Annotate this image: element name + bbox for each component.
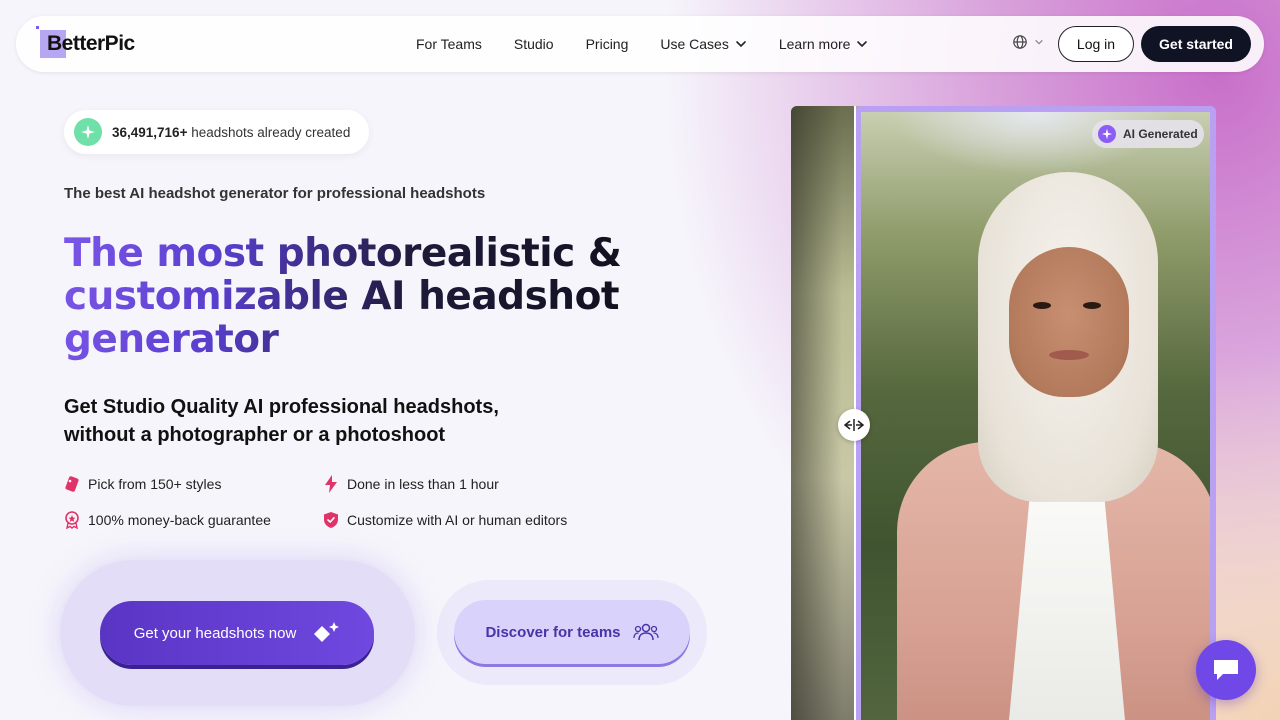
- photo-eye: [1033, 302, 1051, 309]
- feature-label: Customize with AI or human editors: [347, 512, 568, 528]
- hero-subhead: Get Studio Quality AI professional heads…: [64, 396, 499, 446]
- brand-name: BetterPic: [47, 32, 135, 55]
- counter-text: 36,491,716+ headshots already created: [112, 125, 350, 140]
- headshot-counter-pill: 36,491,716+ headshots already created: [64, 110, 369, 154]
- sparkle-diamond-icon: [314, 622, 340, 642]
- hero-tagline: The best AI headshot generator for profe…: [64, 185, 486, 202]
- secondary-cta-label: Discover for teams: [485, 623, 621, 641]
- nav-link-studio[interactable]: Studio: [514, 36, 554, 52]
- ai-badge-label: AI Generated: [1123, 127, 1198, 141]
- nav-link-label: Learn more: [778, 36, 851, 52]
- team-icon: [632, 623, 659, 641]
- photo-lips: [1049, 350, 1089, 360]
- feature-item: 100% money-back guarantee: [64, 510, 323, 530]
- nav-link-label: Studio: [513, 36, 554, 52]
- nav-links: For Teams Studio Pricing Use Cases Learn…: [416, 16, 868, 72]
- nav-link-use-cases[interactable]: Use Cases: [660, 36, 746, 52]
- chevron-down-icon: [1035, 39, 1043, 45]
- feature-label: Done in less than 1 hour: [347, 476, 499, 492]
- comparison-slider-handle[interactable]: [838, 409, 870, 441]
- lightning-icon: [323, 475, 339, 493]
- brand-logo[interactable]: BetterPic: [36, 26, 168, 62]
- ai-generated-badge: AI Generated: [1092, 120, 1204, 148]
- nav-link-for-teams[interactable]: For Teams: [416, 36, 482, 52]
- nav-link-label: Pricing: [585, 36, 629, 52]
- counter-number: 36,491,716+: [112, 124, 188, 140]
- nav-link-label: For Teams: [416, 36, 482, 52]
- nav-link-pricing[interactable]: Pricing: [586, 36, 629, 52]
- photo-eye: [1083, 302, 1101, 309]
- primary-cta-label: Get your headshots now: [133, 624, 297, 642]
- login-button[interactable]: Log in: [1058, 26, 1134, 62]
- feature-label: Pick from 150+ styles: [88, 476, 222, 492]
- top-navbar: BetterPic For Teams Studio Pricing Use C…: [16, 16, 1264, 72]
- arrows-horizontal-icon: [843, 419, 865, 431]
- feature-item: Customize with AI or human editors: [323, 510, 583, 530]
- chevron-down-icon: [857, 41, 868, 48]
- sparkle-icon: [1098, 125, 1116, 143]
- hero-headline: The most photorealistic & customizable A…: [64, 232, 684, 361]
- chevron-down-icon: [736, 41, 746, 48]
- globe-icon: [1013, 35, 1027, 49]
- counter-label: headshots already created: [191, 124, 351, 140]
- nav-link-label: Use Cases: [660, 36, 729, 52]
- feature-item: Pick from 150+ styles: [64, 474, 323, 494]
- chat-bubble-icon: [1214, 660, 1238, 680]
- ai-generated-photo: [855, 112, 1216, 720]
- get-started-button[interactable]: Get started: [1141, 26, 1251, 62]
- nav-link-learn-more[interactable]: Learn more: [779, 36, 869, 52]
- logo-dot: [36, 26, 39, 29]
- discover-for-teams-button[interactable]: Discover for teams: [454, 600, 690, 664]
- sparkle-icon: [74, 118, 102, 146]
- photo-face: [1009, 247, 1129, 397]
- feature-item: Done in less than 1 hour: [323, 474, 583, 494]
- award-icon: [64, 511, 80, 529]
- shield-icon: [323, 511, 339, 529]
- feature-label: 100% money-back guarantee: [88, 512, 271, 528]
- get-headshots-button[interactable]: Get your headshots now: [100, 601, 374, 665]
- feature-list: Pick from 150+ styles Done in less than …: [64, 474, 624, 530]
- chat-support-button[interactable]: [1196, 640, 1256, 700]
- tag-icon: [64, 475, 80, 493]
- language-selector[interactable]: [1012, 34, 1044, 50]
